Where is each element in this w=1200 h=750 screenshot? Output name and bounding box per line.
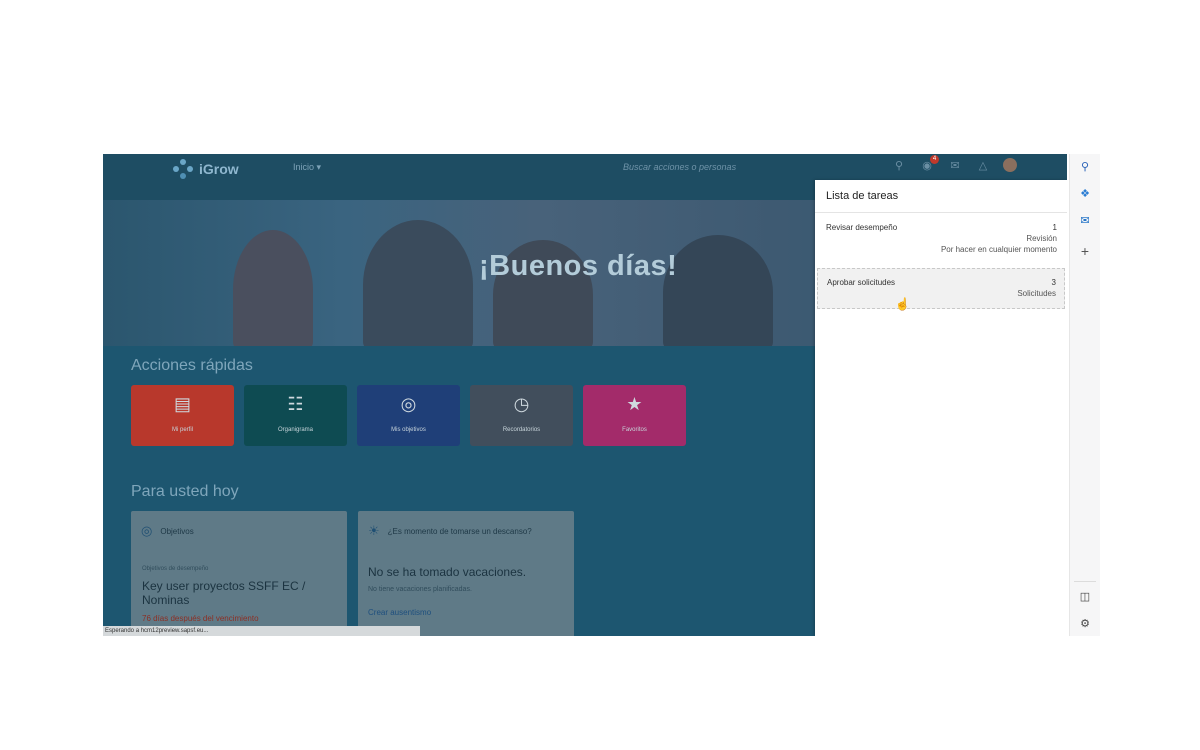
task-type: Solicitudes: [1017, 289, 1056, 298]
task-count: 3: [1051, 278, 1056, 287]
task-list-title: Lista de tareas: [826, 190, 899, 202]
divider: [815, 212, 1067, 213]
target-icon: ◎: [400, 394, 417, 414]
create-absence-link[interactable]: Crear ausentismo: [368, 608, 431, 617]
search-icon[interactable]: ⚲: [891, 159, 907, 172]
vacation-card-title: ¿Es momento de tomarse un descanso?: [387, 526, 532, 536]
task-name: Revisar desempeño: [826, 223, 898, 232]
search-icon[interactable]: ⚲: [1076, 158, 1094, 176]
search-input[interactable]: Buscar acciones o personas: [623, 162, 736, 172]
tile-org-chart[interactable]: ☷ Organigrama: [244, 385, 347, 446]
task-due: Por hacer en cualquier momento: [940, 245, 1057, 254]
id-card-icon: ▤: [173, 394, 191, 414]
task-name: Aprobar solicitudes: [827, 278, 896, 287]
settings-icon[interactable]: ⚙: [1076, 615, 1094, 633]
browser-sidebar: ⚲ ❖ ✉ + ◫ ⚙: [1069, 154, 1100, 636]
tile-label: Mis objetivos: [391, 427, 426, 433]
goals-card-title: Objetivos: [160, 526, 194, 536]
target-icon: ◎: [141, 523, 153, 538]
tile-label: Mi perfil: [171, 427, 193, 433]
org-chart-icon: ☷: [287, 394, 304, 414]
calendar-clock-icon: ◷: [513, 394, 530, 414]
for-you-title: Para usted hoy: [131, 483, 239, 500]
task-list-panel: Lista de tareas Revisar desempeño 1 Revi…: [815, 180, 1067, 636]
browser-status-bar: Esperando a hcm12preview.sapsf.eu...: [103, 626, 420, 636]
bell-icon[interactable]: △: [975, 159, 991, 172]
logo-mark-icon: [173, 159, 193, 179]
vacation-status: No se ha tomado vacaciones.: [368, 565, 527, 579]
beach-icon: ☀: [368, 523, 380, 538]
igrow-app: iGrow Inicio ▾ Buscar acciones o persona…: [103, 154, 1067, 636]
messages-icon[interactable]: ✉: [947, 159, 963, 172]
notifications-icon[interactable]: ◉ 4: [919, 154, 939, 172]
outlook-icon[interactable]: ✉: [1076, 212, 1094, 230]
quick-actions-tiles: ▤ Mi perfil ☷ Organigrama ◎ Mis objetivo…: [131, 385, 686, 446]
add-icon[interactable]: +: [1076, 242, 1094, 260]
hero-person-4: [663, 235, 773, 346]
logo[interactable]: iGrow: [173, 159, 239, 179]
tile-label: Organigrama: [277, 427, 313, 433]
task-approve-requests[interactable]: Aprobar solicitudes 3 Solicitudes ☝: [817, 268, 1065, 311]
task-review-performance[interactable]: Revisar desempeño 1 Revisión Por hacer e…: [817, 214, 1065, 264]
quick-actions-title: Acciones rápidas: [131, 357, 253, 374]
goals-card-header: ◎ Objetivos: [141, 523, 194, 539]
header-actions: ⚲ ◉ 4 ✉ △: [891, 154, 1017, 172]
goal-category: Objetivos de desempeño: [142, 566, 209, 572]
task-type: Revisión: [1026, 234, 1057, 243]
notification-badge: 4: [930, 154, 939, 164]
avatar[interactable]: [1003, 158, 1017, 172]
star-list-icon: ★: [626, 394, 643, 414]
split-screen-icon[interactable]: ◫: [1076, 588, 1094, 606]
goal-title[interactable]: Key user proyectos SSFF EC / Nominas: [142, 579, 332, 607]
task-count: 1: [1052, 223, 1057, 232]
tile-label: Favoritos: [622, 427, 647, 433]
hero-person-2: [363, 220, 473, 346]
hero-greeting: ¡Buenos días!: [479, 250, 678, 282]
tile-favorites[interactable]: ★ Favoritos: [583, 385, 686, 446]
hero-person-1: [233, 230, 313, 346]
vacation-card[interactable]: ☀ ¿Es momento de tomarse un descanso? No…: [358, 511, 574, 636]
tile-reminders[interactable]: ◷ Recordatorios: [470, 385, 573, 446]
logo-text: iGrow: [199, 161, 239, 177]
hand-cursor-icon: ☝: [895, 297, 910, 311]
goals-card[interactable]: ◎ Objetivos Objetivos de desempeño Key u…: [131, 511, 347, 636]
vacation-note: No tiene vacaciones planificadas.: [368, 586, 472, 593]
tile-my-profile[interactable]: ▤ Mi perfil: [131, 385, 234, 446]
copilot-icon[interactable]: ❖: [1076, 185, 1094, 203]
home-nav-menu[interactable]: Inicio ▾: [293, 162, 321, 173]
vacation-card-header: ☀ ¿Es momento de tomarse un descanso?: [368, 523, 532, 539]
goal-overdue: 76 días después del vencimiento: [142, 614, 259, 623]
tile-label: Recordatorios: [502, 427, 541, 433]
tile-my-goals[interactable]: ◎ Mis objetivos: [357, 385, 460, 446]
divider: [1074, 581, 1096, 582]
